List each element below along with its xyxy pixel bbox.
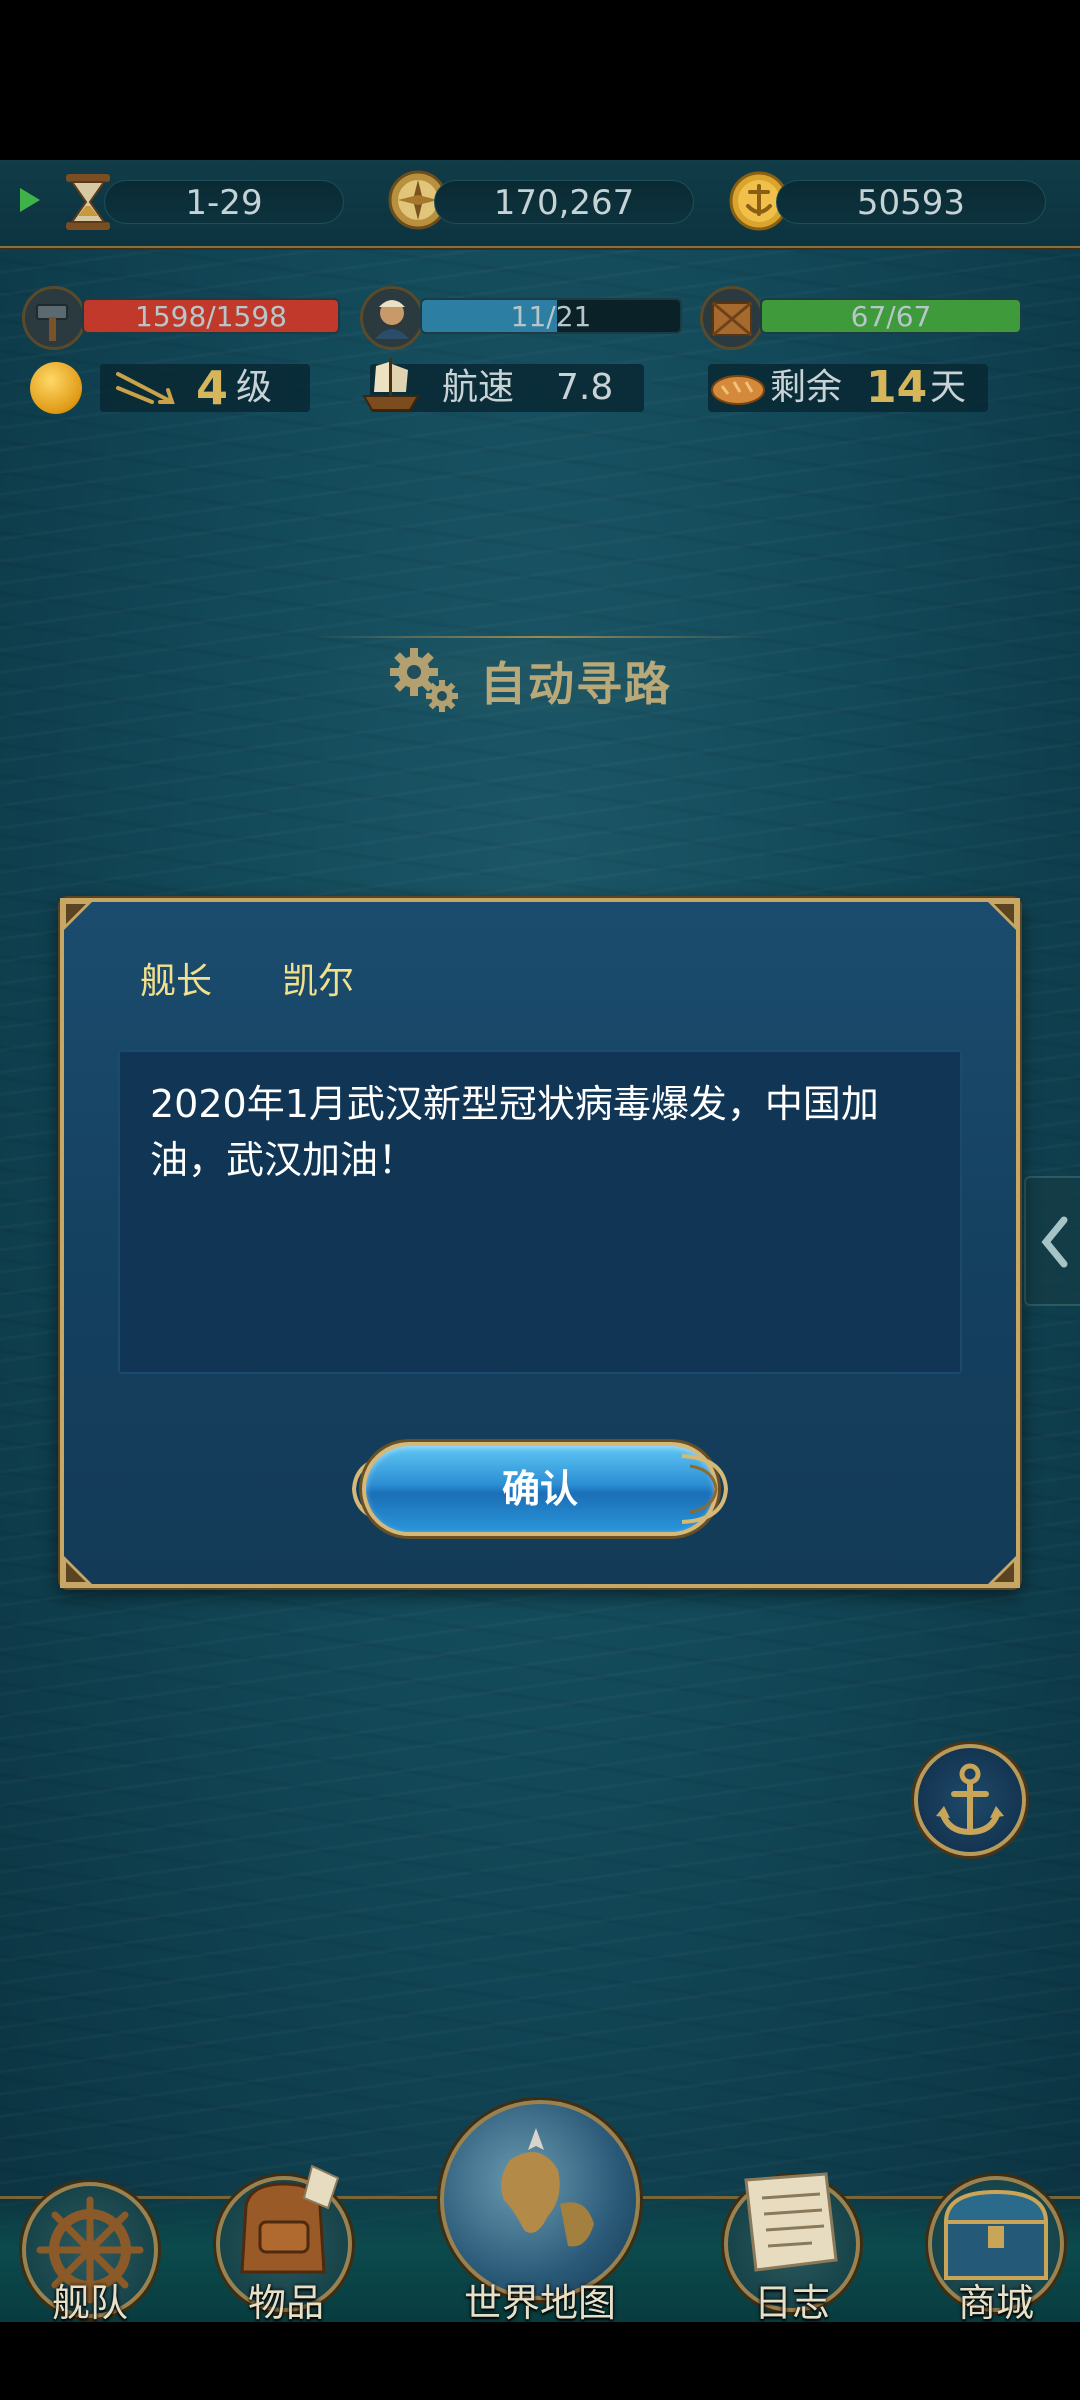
globe-icon [501, 2128, 594, 2247]
play-icon[interactable] [20, 188, 40, 212]
rank-value: 4 [196, 361, 229, 415]
nav-fleet[interactable]: 舰队 [10, 2170, 170, 2325]
anchor-button[interactable] [914, 1744, 1026, 1856]
chevron-left-icon [1041, 1216, 1068, 1268]
dialog-corner-ornament [984, 898, 1020, 934]
button-right-ornament [681, 1454, 729, 1524]
nav-items[interactable]: 物品 [206, 2150, 366, 2325]
crew-text: 11/21 [510, 300, 592, 333]
backpack-icon [240, 2164, 340, 2274]
cargo-text: 67/67 [850, 300, 932, 333]
nav-shop[interactable]: 商城 [912, 2150, 1072, 2325]
gears-icon [390, 648, 458, 712]
speaker-name: 凯尔 [282, 961, 355, 1002]
rank-unit: 级 [236, 367, 273, 408]
days-unit: 天 [930, 367, 967, 408]
speed-pill: 航速 7.8 [362, 358, 644, 412]
dialog-corner-ornament [984, 1552, 1020, 1588]
coin-amount: 50593 [776, 180, 1046, 224]
durability-bar: 1598/1598 [82, 298, 340, 334]
auto-path-label: 自动寻路 [480, 657, 672, 711]
auto-path-divider [310, 636, 770, 638]
ship-icon [362, 358, 420, 411]
speed-value: 7.8 [556, 367, 614, 408]
days-label: 剩余 [770, 367, 843, 408]
nav-world-map-label: 世界地图 [463, 2281, 616, 2325]
nav-fleet-label: 舰队 [51, 2281, 128, 2325]
confirm-button[interactable]: 确认 [362, 1442, 718, 1536]
cargo-crate-icon [700, 286, 764, 350]
sun-orb-icon [30, 362, 82, 414]
speaker-role: 舰长 [140, 961, 213, 1002]
rank-pill: 4 级 [100, 364, 310, 412]
nav-log[interactable]: 日志 [712, 2150, 872, 2325]
arrows-icon [116, 372, 175, 404]
gold-amount: 170,267 [434, 180, 694, 224]
scroll-icon [744, 2172, 838, 2272]
game-screen: 1-29 170,267 50593 1598/1598 11/21 67/67… [0, 0, 1080, 2400]
speed-label: 航速 [442, 367, 515, 408]
bread-icon [711, 375, 765, 405]
days-value: 14 [866, 362, 928, 413]
days-pill: 剩余 14 天 [708, 364, 988, 412]
anchor-icon [936, 1763, 1004, 1836]
durability-text: 1598/1598 [135, 300, 287, 333]
level-progress-display: 1-29 [104, 180, 344, 224]
dialog-corner-ornament [60, 1552, 96, 1588]
side-panel-toggle[interactable] [1024, 1176, 1080, 1306]
nav-shop-label: 商城 [957, 2281, 1034, 2325]
nav-items-label: 物品 [247, 2281, 324, 2325]
message-text: 2020年1月武汉新型冠状病毒爆发，中国加油，武汉加油！ [150, 1082, 879, 1182]
crew-sailor-icon [360, 286, 424, 350]
system-nav-area [0, 2322, 1080, 2400]
hammer-icon [22, 286, 86, 350]
cargo-bar: 67/67 [760, 298, 1022, 334]
dialog-corner-ornament [60, 898, 96, 934]
nav-world-map[interactable]: 世界地图 [430, 2088, 650, 2325]
nav-log-label: 日志 [753, 2281, 830, 2325]
status-bar-area [0, 0, 1080, 160]
crew-bar: 11/21 [420, 298, 682, 334]
